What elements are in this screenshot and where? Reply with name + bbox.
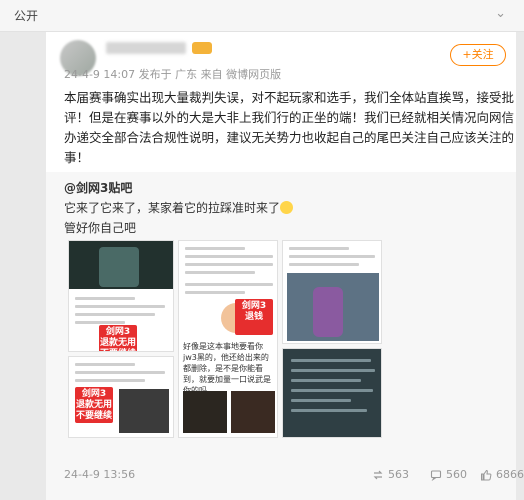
chevron-down-icon[interactable]: ⌄ — [495, 6, 506, 21]
repost-text: @剑网3贴吧 它来了它来了，某家着它的拉踩准时来了 管好你自己吧 — [64, 178, 504, 238]
repost-button[interactable]: 563 — [372, 468, 409, 481]
refund-badge-1: 剑网3 退款无用 不要继续 — [99, 325, 137, 351]
image-thumb-2[interactable]: 剑网3 退钱 好像是这本事地要看你jw3黑的，他还给出来的都删除，是不是你能看到… — [178, 240, 278, 438]
comment-icon — [430, 469, 442, 481]
image-thumb-3[interactable] — [282, 240, 382, 344]
follow-button[interactable]: +关注 — [450, 44, 506, 66]
smile-emoji-icon — [280, 201, 294, 214]
repost-count: 563 — [388, 468, 409, 481]
repost-icon — [373, 470, 383, 479]
image-thumb-1[interactable]: 剑网3 退款无用 不要继续 — [68, 240, 174, 352]
verified-badge-icon — [192, 42, 212, 54]
refund-badge-2: 剑网3 退钱 — [235, 299, 273, 335]
visibility-bar: 公开 ⌄ — [0, 0, 524, 32]
reposted-content[interactable]: @剑网3贴吧 它来了它来了，某家着它的拉踩准时来了 管好你自己吧 剑网3 退款无… — [46, 172, 516, 500]
username-blurred[interactable] — [106, 42, 186, 54]
repost-line-1: 它来了它来了，某家着它的拉踩准时来了 — [64, 201, 281, 215]
repost-line-2: 管好你自己吧 — [64, 221, 137, 235]
comment-count: 560 — [446, 468, 467, 481]
visibility-label[interactable]: 公开 — [14, 7, 38, 24]
like-button[interactable]: 6866 — [480, 468, 524, 481]
refund-badge-3: 剑网3 退款无用 不要继续 — [75, 387, 113, 423]
image-thumb-5[interactable] — [282, 348, 382, 438]
post-body: 本届赛事确实出现大量裁判失误，对不起玩家和选手，我们全体站直挨骂，接受批评！但是… — [64, 90, 515, 165]
weibo-post-card: 24-4-9 14:07 发布于 广东 来自 微博网页版 +关注 本届赛事确实出… — [46, 32, 524, 500]
post-meta: 24-4-9 14:07 发布于 广东 来自 微博网页版 — [64, 68, 282, 81]
image-thumb-4[interactable]: 剑网3 退款无用 不要继续 — [68, 356, 174, 438]
thumbs-up-icon — [481, 469, 492, 480]
comment-button[interactable]: 560 — [430, 468, 467, 481]
thumb-caption: 好像是这本事地要看你jw3黑的，他还给出来的都删除，是不是你能看到，就要加量一口… — [183, 342, 271, 395]
like-count: 6866 — [496, 468, 524, 481]
post-timestamp: 24-4-9 13:56 — [64, 468, 136, 481]
repost-author-link[interactable]: @剑网3贴吧 — [64, 181, 132, 195]
